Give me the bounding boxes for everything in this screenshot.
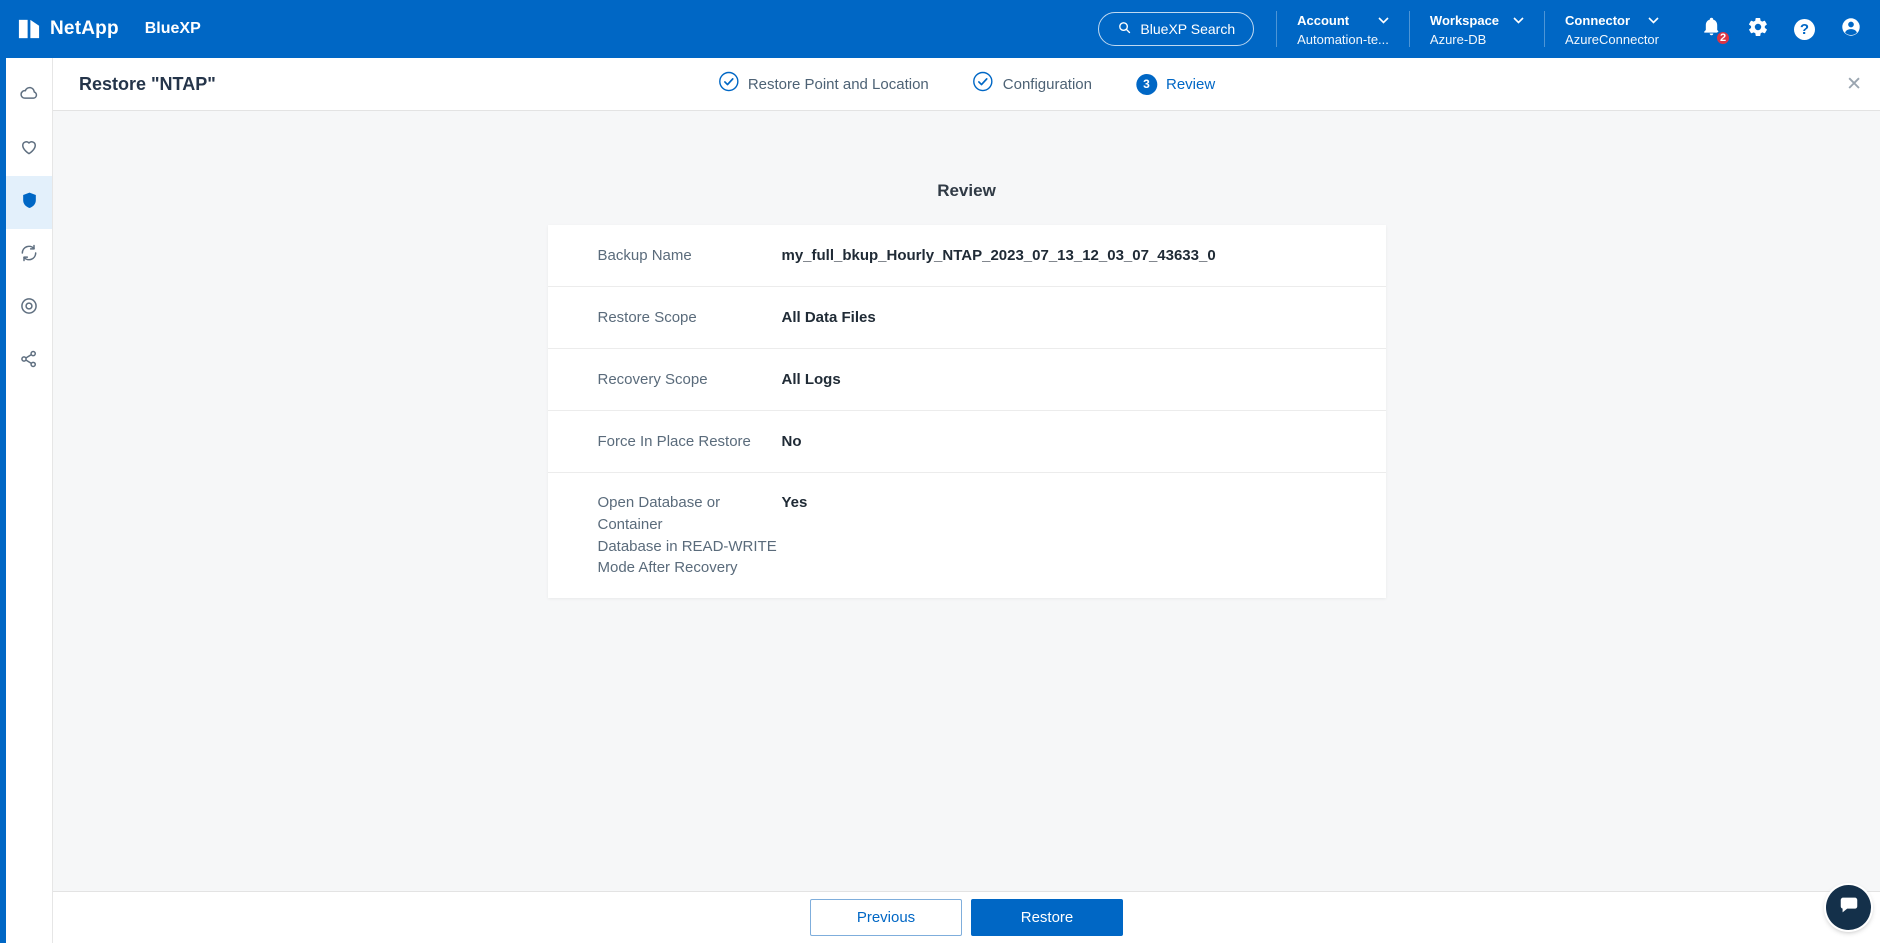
gear-icon	[1747, 16, 1769, 43]
chat-launcher-button[interactable]	[1826, 885, 1871, 930]
content-area: Restore "NTAP" Restore Point and Locatio…	[53, 58, 1880, 943]
row-label: Recovery Scope	[598, 369, 782, 391]
step-number-badge: 3	[1136, 74, 1157, 95]
settings-button[interactable]	[1747, 16, 1769, 43]
netapp-logo-icon	[18, 18, 40, 40]
row-label: Restore Scope	[598, 307, 782, 329]
connector-menu[interactable]: Connector AzureConnector	[1545, 11, 1679, 47]
row-value: All Logs	[782, 369, 841, 391]
step-label: Review	[1166, 76, 1215, 93]
brand: NetApp	[18, 18, 119, 40]
notifications-button[interactable]: 2	[1701, 16, 1722, 42]
topbar: NetApp BlueXP BlueXP Search Account Auto…	[0, 0, 1880, 58]
table-row-restore-scope: Restore Scope All Data Files	[548, 287, 1386, 349]
step-restore-point-and-location[interactable]: Restore Point and Location	[718, 71, 929, 97]
row-label: Open Database or Container Database in R…	[598, 492, 782, 579]
search-icon	[1117, 20, 1132, 38]
protection-shield-icon	[20, 191, 39, 215]
workspace-label: Workspace	[1430, 13, 1499, 28]
close-icon[interactable]: ✕	[1846, 75, 1862, 94]
wizard-header: Restore "NTAP" Restore Point and Locatio…	[53, 58, 1880, 111]
previous-button[interactable]: Previous	[810, 899, 962, 936]
step-label: Configuration	[1003, 76, 1092, 93]
connector-label: Connector	[1565, 13, 1630, 28]
table-row-open-database-mode: Open Database or Container Database in R…	[548, 473, 1386, 598]
account-menu[interactable]: Account Automation-te...	[1277, 11, 1409, 47]
row-value: my_full_bkup_Hourly_NTAP_2023_07_13_12_0…	[782, 245, 1216, 267]
sidebar-item-mobility[interactable]	[6, 335, 52, 388]
sidebar-item-protection[interactable]	[6, 176, 52, 229]
sidebar-item-canvas[interactable]	[6, 70, 52, 123]
account-value: Automation-te...	[1297, 32, 1389, 47]
row-label: Force In Place Restore	[598, 431, 782, 453]
governance-icon	[19, 296, 39, 321]
user-account-button[interactable]	[1840, 16, 1862, 43]
table-row-force-in-place-restore: Force In Place Restore No	[548, 411, 1386, 473]
restore-button[interactable]: Restore	[971, 899, 1123, 936]
storage-canvas-icon	[19, 84, 39, 109]
row-value: No	[782, 431, 802, 453]
step-label: Restore Point and Location	[748, 76, 929, 93]
sidebar	[6, 58, 53, 943]
mobility-nodes-icon	[19, 349, 39, 374]
sidebar-item-health[interactable]	[6, 123, 52, 176]
disaster-recovery-icon	[19, 243, 39, 268]
chat-bubble-icon	[1838, 894, 1860, 921]
connector-value: AzureConnector	[1565, 32, 1659, 47]
chevron-down-icon	[1513, 11, 1524, 29]
table-row-recovery-scope: Recovery Scope All Logs	[548, 349, 1386, 411]
chevron-down-icon	[1648, 11, 1659, 29]
help-button[interactable]: ?	[1794, 19, 1815, 40]
review-summary-table: Backup Name my_full_bkup_Hourly_NTAP_202…	[548, 225, 1386, 598]
account-label: Account	[1297, 13, 1349, 28]
workspace-value: Azure-DB	[1430, 32, 1524, 47]
step-review[interactable]: 3 Review	[1136, 74, 1215, 95]
page-title: Restore "NTAP"	[79, 74, 216, 95]
review-heading: Review	[548, 181, 1386, 201]
wizard-footer: Previous Restore	[53, 891, 1880, 943]
search-label: BlueXP Search	[1140, 21, 1235, 37]
main-panel: Review Backup Name my_full_bkup_Hourly_N…	[53, 111, 1880, 891]
chevron-down-icon	[1378, 11, 1389, 29]
row-value: Yes	[782, 492, 808, 514]
topbar-icons: 2 ?	[1701, 16, 1862, 43]
step-configuration[interactable]: Configuration	[973, 71, 1092, 97]
workspace-menu[interactable]: Workspace Azure-DB	[1410, 11, 1544, 47]
bluexp-search-button[interactable]: BlueXP Search	[1098, 12, 1254, 46]
row-value: All Data Files	[782, 307, 876, 329]
app-body: Restore "NTAP" Restore Point and Locatio…	[0, 58, 1880, 943]
row-label: Backup Name	[598, 245, 782, 267]
user-avatar-icon	[1840, 16, 1862, 43]
wizard-stepper: Restore Point and Location Configuration…	[718, 71, 1215, 97]
notification-badge: 2	[1715, 30, 1731, 46]
brand-name: NetApp	[50, 18, 119, 40]
help-icon: ?	[1794, 19, 1815, 40]
sidebar-item-disaster-recovery[interactable]	[6, 229, 52, 282]
step-complete-check-icon	[973, 71, 994, 97]
table-row-backup-name: Backup Name my_full_bkup_Hourly_NTAP_202…	[548, 225, 1386, 287]
product-name: BlueXP	[145, 20, 201, 38]
step-complete-check-icon	[718, 71, 739, 97]
sidebar-item-governance[interactable]	[6, 282, 52, 335]
health-icon	[19, 137, 39, 162]
